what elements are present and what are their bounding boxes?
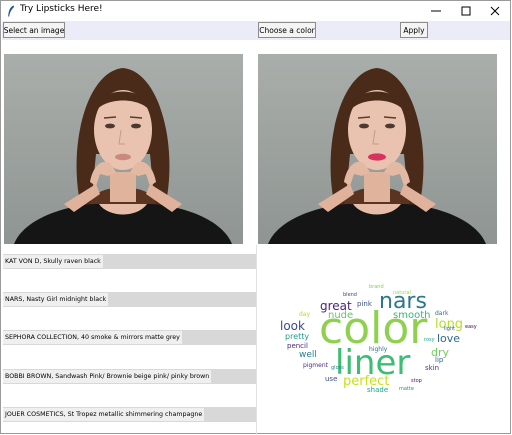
maximize-button[interactable] [451,1,481,21]
word: highly [369,346,388,353]
feather-icon [8,5,14,17]
word: easy [465,324,477,330]
product-label: NARS, Nasty Girl midnight black [3,293,109,306]
apply-button[interactable]: Apply [400,22,428,38]
word: light [444,326,456,332]
word: lip [435,356,444,364]
close-button[interactable] [480,1,510,21]
result-lips [368,153,386,161]
word: pink [357,300,372,308]
word: dark [435,310,449,317]
product-label: BOBBI BROWN, Sandwash Pink/ Brownie beig… [3,370,212,383]
title-bar[interactable]: Try Lipsticks Here! [1,1,510,21]
toolbar: Select an image Choose a color Apply [2,21,510,40]
word: matte [399,386,414,392]
product-row: JOUER COSMETICS, St Tropez metallic shim… [3,407,257,422]
word: pencil [287,342,308,350]
word: stop [411,378,422,384]
word: shade [367,386,389,394]
word: nude [328,310,354,321]
product-row: NARS, Nasty Girl midnight black [3,292,257,307]
word: rosy [424,337,435,343]
window-title: Try Lipsticks Here! [20,4,103,14]
minimize-button[interactable] [421,1,451,21]
word: day [299,311,311,318]
choose-color-button[interactable]: Choose a color [258,22,316,38]
app-window: Try Lipsticks Here! Select an image Choo… [0,0,511,435]
word: love [437,332,461,345]
product-label: KAT VON D, Skully raven black [3,255,103,268]
maximize-icon [461,6,471,16]
word: brand [369,284,384,290]
word: pigment [303,362,328,369]
word: use [325,375,338,383]
product-row: SEPHORA COLLECTION, 40 smoke & mirrors m… [3,330,257,345]
select-image-button[interactable]: Select an image [3,22,65,38]
word-cloud: color liner nars long perfect look great… [259,245,497,435]
word: gloss [331,365,344,371]
word: look [280,319,305,333]
original-lips [115,153,131,161]
divider [256,245,257,435]
close-icon [490,6,500,16]
product-label: SEPHORA COLLECTION, 40 smoke & mirrors m… [3,331,182,344]
minimize-icon [431,10,441,12]
product-row: BOBBI BROWN, Sandwash Pink/ Brownie beig… [3,369,257,384]
result-image [258,54,497,244]
word: pretty [285,332,310,341]
word: smooth [393,310,431,321]
product-label: JOUER COSMETICS, St Tropez metallic shim… [3,408,205,421]
word: well [299,350,317,360]
word: natural [393,290,411,296]
product-row: KAT VON D, Skully raven black [3,254,257,269]
original-image [4,54,243,244]
word: blend [343,292,357,298]
word: skin [425,364,440,372]
